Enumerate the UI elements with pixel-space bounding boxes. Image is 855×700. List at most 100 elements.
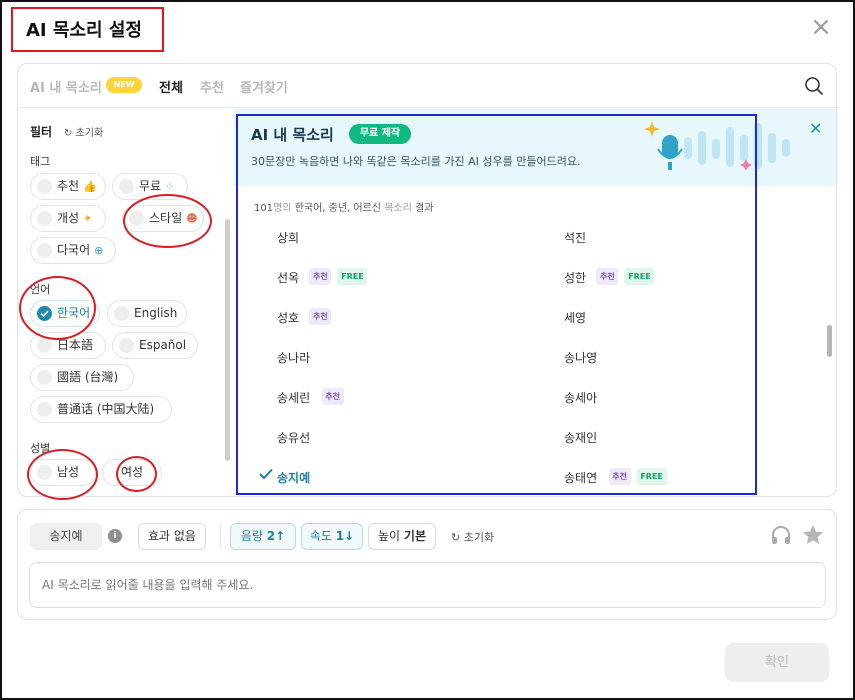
check-icon	[40, 310, 49, 318]
banner-subtitle: 30문장만 녹음하면 나와 똑같은 목소리를 가진 AI 성우를 만들어드려요.	[251, 155, 581, 168]
new-badge: NEW	[106, 77, 142, 93]
close-icon[interactable]: ×	[808, 14, 834, 40]
free-tag: FREE	[337, 268, 368, 285]
voice-list-scrollbar[interactable]	[827, 325, 832, 357]
gender-label: 성별	[30, 442, 51, 455]
tab-ai-voice[interactable]: AI 내 목소리	[30, 77, 102, 96]
confirm-button[interactable]: 확인	[725, 643, 829, 682]
chip-taiwanese[interactable]: 國語 (台灣)	[30, 364, 134, 391]
chip-female[interactable]: 여성	[102, 459, 162, 486]
chip-dot	[37, 338, 52, 353]
chip-spanish[interactable]: Español	[112, 332, 198, 359]
voice-item-name[interactable]: 석진	[564, 229, 586, 246]
script-text-input[interactable]	[29, 562, 826, 608]
recommended-tag: 추천	[608, 468, 631, 485]
chip-label: 무료	[139, 179, 162, 193]
result-summary: 101명의 한국어, 중년, 어르신 목소리 결과	[254, 199, 433, 214]
chip-multilingual[interactable]: 다국어 ⊕	[30, 237, 116, 264]
chip-label: 남성	[57, 465, 80, 479]
result-suffix: 목소리	[384, 203, 412, 214]
tab-recommended[interactable]: 추천	[200, 77, 224, 96]
voice-item-name[interactable]: 송세아	[564, 389, 597, 406]
thumbs-up-icon: 👍	[83, 180, 97, 193]
ai-voice-banner[interactable]: AI 내 목소리 무료 제작 30문장만 녹음하면 나와 똑같은 목소리를 가진…	[234, 109, 836, 186]
recommended-tag: 추천	[321, 388, 344, 405]
chip-dot	[114, 306, 129, 321]
voice-select-button[interactable]: 송지예	[30, 523, 102, 550]
tab-all[interactable]: 전체	[159, 77, 183, 96]
chip-label: 日本語	[57, 338, 94, 352]
free-tag: FREE	[624, 268, 655, 285]
chip-label: 추천	[57, 179, 80, 193]
chip-dot	[37, 465, 52, 480]
volume-button[interactable]: 음량 2↑	[230, 523, 296, 550]
tab-bar: AI 내 목소리 NEW 전체 추천 즐겨찾기	[18, 64, 836, 108]
chip-dot	[37, 211, 52, 226]
recommended-tag: 추천	[309, 268, 332, 285]
chip-english[interactable]: English	[107, 300, 187, 327]
globe-icon: ⊕	[94, 244, 104, 257]
chip-label: 스타일	[149, 211, 183, 225]
voice-list-area: AI 내 목소리 무료 제작 30문장만 녹음하면 나와 똑같은 목소리를 가진…	[234, 109, 836, 496]
filter-reset-label: 초기화	[75, 128, 104, 139]
selected-check-icon	[259, 468, 273, 480]
chip-label: 다국어	[57, 243, 91, 257]
chip-dot	[119, 338, 134, 353]
filter-scrollbar[interactable]	[225, 219, 230, 461]
smile-icon: ☻	[186, 212, 198, 225]
voice-item-name[interactable]: 송유선	[277, 429, 310, 446]
tag-label: 태그	[30, 155, 51, 168]
chip-dot	[129, 211, 144, 226]
voice-item-name[interactable]: 세영	[564, 309, 586, 326]
chip-male[interactable]: 남성	[30, 459, 96, 486]
chip-japanese[interactable]: 日本語	[30, 332, 106, 359]
voice-item-name[interactable]: 송세린	[277, 389, 310, 406]
voice-item-name[interactable]: 선옥	[277, 269, 299, 286]
chip-dot	[37, 370, 52, 385]
chip-label: 普通话 (中国大陆)	[57, 402, 155, 416]
banner-close-icon[interactable]: ✕	[809, 119, 822, 138]
voice-wave-illustration	[644, 121, 790, 171]
tab-favorites[interactable]: 즐겨찾기	[240, 77, 288, 96]
controls-reset[interactable]: ↻ 초기화	[451, 529, 494, 545]
chip-style[interactable]: 스타일 ☻	[122, 205, 204, 232]
volume-value: 2	[266, 529, 276, 543]
voice-item-name[interactable]: 송지예	[277, 469, 310, 486]
arrow-down-icon: ↓	[344, 529, 355, 543]
controls-reset-label: 초기화	[463, 531, 495, 544]
playback-controls: 송지예 i 효과 없음 음량 2↑ 속도 1↓ 높이 기본 ↻ 초기화	[17, 509, 837, 620]
search-icon[interactable]	[804, 76, 824, 96]
chip-korean[interactable]: 한국어	[30, 300, 100, 327]
voice-item-name[interactable]: 송태연	[564, 469, 597, 486]
info-icon[interactable]: i	[108, 529, 122, 543]
result-criteria: 한국어, 중년, 어르신	[294, 203, 382, 214]
result-count: 101	[254, 203, 274, 214]
voice-panel: AI 내 목소리 NEW 전체 추천 즐겨찾기 필터 ↻ 초기화 태그 추천 👍 …	[17, 63, 837, 497]
chip-dot	[37, 402, 52, 417]
chip-label: 여성	[121, 465, 144, 479]
headphones-icon[interactable]	[770, 524, 792, 546]
chip-mandarin[interactable]: 普通话 (中国大陆)	[30, 396, 172, 423]
star-icon[interactable]	[801, 523, 825, 547]
recommended-tag: 추천	[596, 268, 619, 285]
voice-item-name[interactable]: 성호	[277, 309, 299, 326]
speed-button[interactable]: 속도 1↓	[301, 523, 363, 550]
star-sparkle-icon: ✦	[83, 212, 93, 225]
speed-label: 속도	[309, 529, 332, 543]
chip-free[interactable]: 무료 ⁘	[112, 173, 188, 200]
arrow-up-icon: ↑	[275, 529, 286, 543]
chip-recommended[interactable]: 추천 👍	[30, 173, 106, 200]
filter-heading: 필터	[30, 125, 53, 139]
chip-dot	[119, 179, 134, 194]
chip-unique[interactable]: 개성 ✦	[30, 205, 106, 232]
filter-reset[interactable]: ↻ 초기화	[64, 124, 103, 139]
voice-item-name[interactable]: 송나라	[277, 349, 310, 366]
voice-item-name[interactable]: 성한	[564, 269, 586, 286]
voice-item-name[interactable]: 상희	[277, 229, 299, 246]
voice-item-name[interactable]: 송나영	[564, 349, 597, 366]
effect-button[interactable]: 효과 없음	[138, 523, 206, 550]
pitch-button[interactable]: 높이 기본	[368, 523, 436, 550]
result-unit: 명의	[273, 203, 292, 214]
voice-item-name[interactable]: 송재인	[564, 429, 597, 446]
chip-dot	[37, 179, 52, 194]
